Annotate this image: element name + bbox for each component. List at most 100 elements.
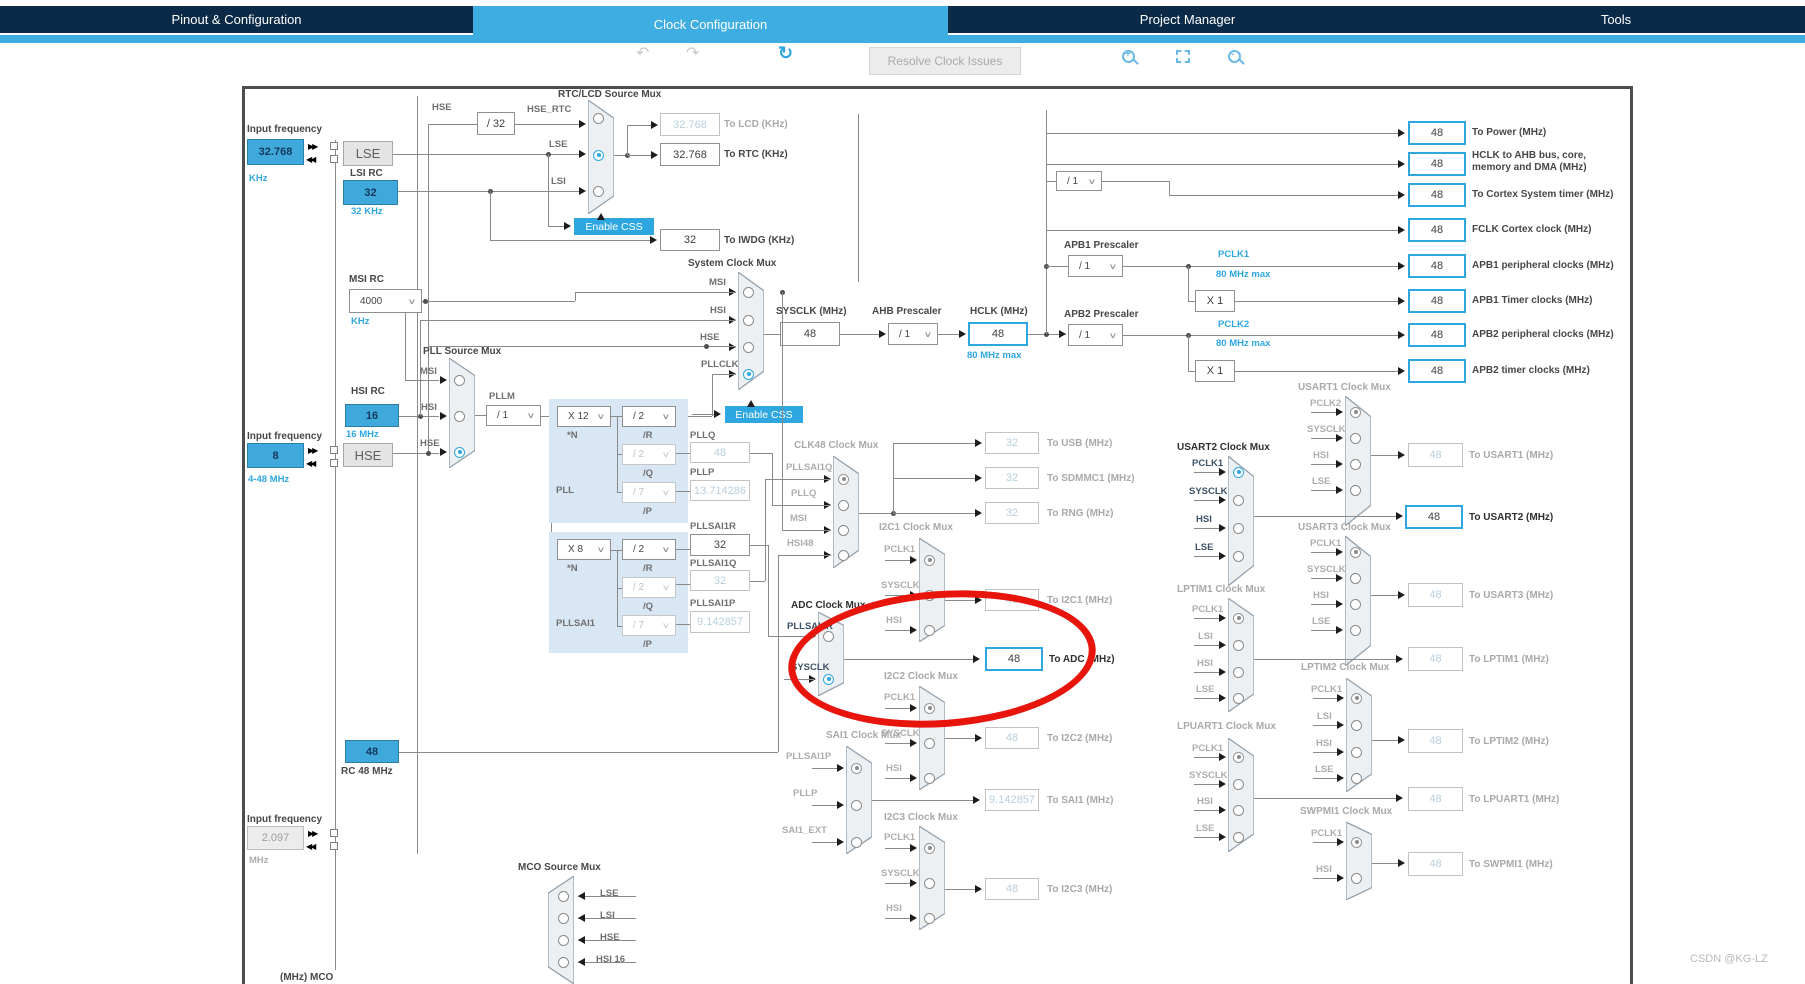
usart1-clock-mux-radio-3[interactable] bbox=[1350, 484, 1361, 496]
lptim2-clock-mux-radio-1[interactable] bbox=[1351, 719, 1362, 731]
pll-n-mult[interactable]: X 12 ∨ bbox=[557, 406, 611, 427]
usart2-clock-mux-radio-0[interactable] bbox=[1233, 466, 1244, 478]
sysclk-value[interactable]: 48 bbox=[780, 322, 840, 346]
usart3-clock-mux-radio-0[interactable] bbox=[1350, 546, 1361, 558]
pll-source-mux-radio-2[interactable] bbox=[454, 446, 465, 458]
apb1-timer-mult[interactable]: X 1 bbox=[1195, 290, 1235, 312]
lse-source[interactable]: LSE bbox=[343, 141, 393, 166]
hclk-ahb-value[interactable]: 48 bbox=[1408, 152, 1466, 176]
apb2-timer-value[interactable]: 48 bbox=[1408, 359, 1466, 383]
lpuart1-clock-mux-radio-1[interactable] bbox=[1233, 778, 1244, 790]
tab-pinout-configuration[interactable]: Pinout & Configuration bbox=[0, 6, 473, 33]
lsi-rc-value[interactable]: 32 bbox=[343, 180, 398, 205]
clk48-clock-mux-radio-0[interactable] bbox=[838, 473, 849, 485]
usart2-clock-mux-radio-1[interactable] bbox=[1233, 494, 1244, 506]
lptim1-clock-mux-radio-0[interactable] bbox=[1233, 612, 1244, 624]
to-power-value[interactable]: 48 bbox=[1408, 121, 1466, 145]
lptim2-clock-mux-radio-3[interactable] bbox=[1351, 772, 1362, 784]
system-clock-mux-radio-2[interactable] bbox=[743, 341, 754, 353]
pllm-divider[interactable]: / 1 ∨ bbox=[486, 405, 541, 426]
i2c1-clock-mux-radio-0[interactable] bbox=[924, 554, 935, 566]
pll-r-div[interactable]: / 2 ∨ bbox=[622, 406, 676, 427]
system-clock-mux-radio-0[interactable] bbox=[743, 286, 754, 298]
lpuart1-clock-mux-radio-0[interactable] bbox=[1233, 751, 1244, 763]
lptim1-clock-mux-radio-1[interactable] bbox=[1233, 639, 1244, 651]
pll-source-mux-radio-1[interactable] bbox=[454, 410, 465, 422]
apb1-prescaler[interactable]: / 1 ∨ bbox=[1068, 255, 1123, 277]
msi-rc48-value[interactable]: 48 bbox=[345, 740, 399, 763]
tab-clock-configuration[interactable]: Clock Configuration bbox=[473, 6, 948, 42]
reset-clock-icon[interactable]: ↻ bbox=[778, 44, 793, 62]
lptim2-clock-mux-radio-0[interactable] bbox=[1351, 692, 1362, 704]
mco-source-mux-radio-0[interactable] bbox=[558, 890, 569, 902]
clk48-clock-mux-radio-1[interactable] bbox=[838, 499, 849, 511]
lpuart1-clock-mux-radio-2[interactable] bbox=[1233, 804, 1244, 816]
tab-project-manager[interactable]: Project Manager bbox=[948, 6, 1427, 33]
lptim1-clock-mux-radio-3[interactable] bbox=[1233, 692, 1244, 704]
to-iwdg-value[interactable]: 32 bbox=[660, 229, 720, 251]
swpmi1-clock-mux-radio-0[interactable] bbox=[1351, 836, 1362, 848]
rtc-lcd-source-mux-radio-2[interactable] bbox=[593, 185, 604, 197]
cortex-timer-value[interactable]: 48 bbox=[1408, 183, 1466, 207]
zoom-out-icon[interactable]: - bbox=[1228, 49, 1245, 65]
i2c3-clock-mux-radio-1[interactable] bbox=[924, 877, 935, 889]
rtc-lcd-source-mux-radio-1[interactable] bbox=[593, 149, 604, 161]
apb1-periph-value[interactable]: 48 bbox=[1408, 254, 1466, 278]
to-usart2-value[interactable]: 48 bbox=[1405, 505, 1463, 529]
apb2-prescaler[interactable]: / 1 ∨ bbox=[1068, 324, 1123, 346]
mco-source-mux-radio-2[interactable] bbox=[558, 934, 569, 946]
cortex-timer-prescaler[interactable]: / 1 ∨ bbox=[1056, 171, 1102, 191]
sai1-clock-mux-radio-1[interactable] bbox=[851, 799, 862, 811]
pllsai1r-value[interactable]: 32 bbox=[690, 534, 750, 556]
usart3-clock-mux-radio-1[interactable] bbox=[1350, 572, 1361, 584]
hsi-rc-value[interactable]: 16 bbox=[345, 404, 399, 427]
sai1-clock-mux-radio-0[interactable] bbox=[851, 762, 862, 774]
lptim1-clock-mux-radio-2[interactable] bbox=[1233, 666, 1244, 678]
hse-input-frequency[interactable]: 8 bbox=[247, 443, 304, 468]
apb1-timer-value[interactable]: 48 bbox=[1408, 289, 1466, 313]
clk48-clock-mux-radio-3[interactable] bbox=[838, 549, 849, 561]
fclk-value[interactable]: 48 bbox=[1408, 218, 1466, 242]
redo-icon[interactable]: ↷ bbox=[686, 46, 699, 62]
apb2-timer-mult[interactable]: X 1 bbox=[1195, 360, 1235, 382]
usart3-clock-mux-radio-3[interactable] bbox=[1350, 624, 1361, 636]
ahb-prescaler[interactable]: / 1 ∨ bbox=[888, 323, 938, 345]
pllsai1-n-mult[interactable]: X 8 ∨ bbox=[557, 539, 611, 560]
zoom-in-icon[interactable]: + bbox=[1122, 49, 1139, 65]
apb2-periph-value[interactable]: 48 bbox=[1408, 323, 1466, 347]
hse-source[interactable]: HSE bbox=[343, 443, 393, 467]
resolve-clock-issues-button[interactable]: Resolve Clock Issues bbox=[869, 47, 1021, 75]
lse-input-frequency[interactable]: 32.768 bbox=[247, 139, 304, 165]
i2c3-clock-mux-radio-0[interactable] bbox=[924, 842, 935, 854]
usart2-clock-mux-radio-2[interactable] bbox=[1233, 522, 1244, 534]
pllsai1-r-div[interactable]: / 2 ∨ bbox=[622, 539, 676, 560]
sai1-clock-mux-radio-2[interactable] bbox=[851, 836, 862, 848]
usart1-clock-mux-radio-0[interactable] bbox=[1350, 406, 1361, 418]
i2c2-clock-mux-radio-2[interactable] bbox=[924, 772, 935, 784]
usart2-clock-mux-radio-3[interactable] bbox=[1233, 550, 1244, 562]
system-clock-mux-radio-1[interactable] bbox=[743, 314, 754, 326]
rtc-lcd-source-mux-radio-0[interactable] bbox=[593, 112, 604, 124]
usart1-clock-mux-radio-2[interactable] bbox=[1350, 458, 1361, 470]
to-rtc-value[interactable]: 32.768 bbox=[660, 143, 720, 166]
undo-icon[interactable]: ↶ bbox=[636, 46, 649, 62]
usart3-clock-mux-radio-2[interactable] bbox=[1350, 598, 1361, 610]
pll-source-mux-radio-0[interactable] bbox=[454, 374, 465, 386]
fit-view-icon[interactable] bbox=[1176, 50, 1190, 63]
clk48-clock-mux-radio-2[interactable] bbox=[838, 524, 849, 536]
hse-rtc-divider[interactable]: / 32 bbox=[477, 112, 515, 135]
lptim2-clock-mux-radio-2[interactable] bbox=[1351, 746, 1362, 758]
i2c2-clock-mux-radio-1[interactable] bbox=[924, 737, 935, 749]
enable-css-rtc-button[interactable]: Enable CSS bbox=[574, 218, 654, 235]
enable-css-sys-button[interactable]: Enable CSS bbox=[725, 406, 803, 423]
msi-rc-value[interactable]: 4000 ∨ bbox=[349, 289, 422, 313]
lpuart1-clock-mux-radio-3[interactable] bbox=[1233, 831, 1244, 843]
swpmi1-clock-mux-radio-1[interactable] bbox=[1351, 872, 1362, 884]
tab-tools[interactable]: Tools bbox=[1427, 6, 1805, 33]
hclk-value[interactable]: 48 bbox=[968, 322, 1028, 346]
mco-source-mux-radio-3[interactable] bbox=[558, 956, 569, 968]
i2c3-clock-mux-radio-2[interactable] bbox=[924, 912, 935, 924]
system-clock-mux-radio-3[interactable] bbox=[743, 368, 754, 380]
usart1-clock-mux-radio-1[interactable] bbox=[1350, 432, 1361, 444]
mco-source-mux-radio-1[interactable] bbox=[558, 912, 569, 924]
